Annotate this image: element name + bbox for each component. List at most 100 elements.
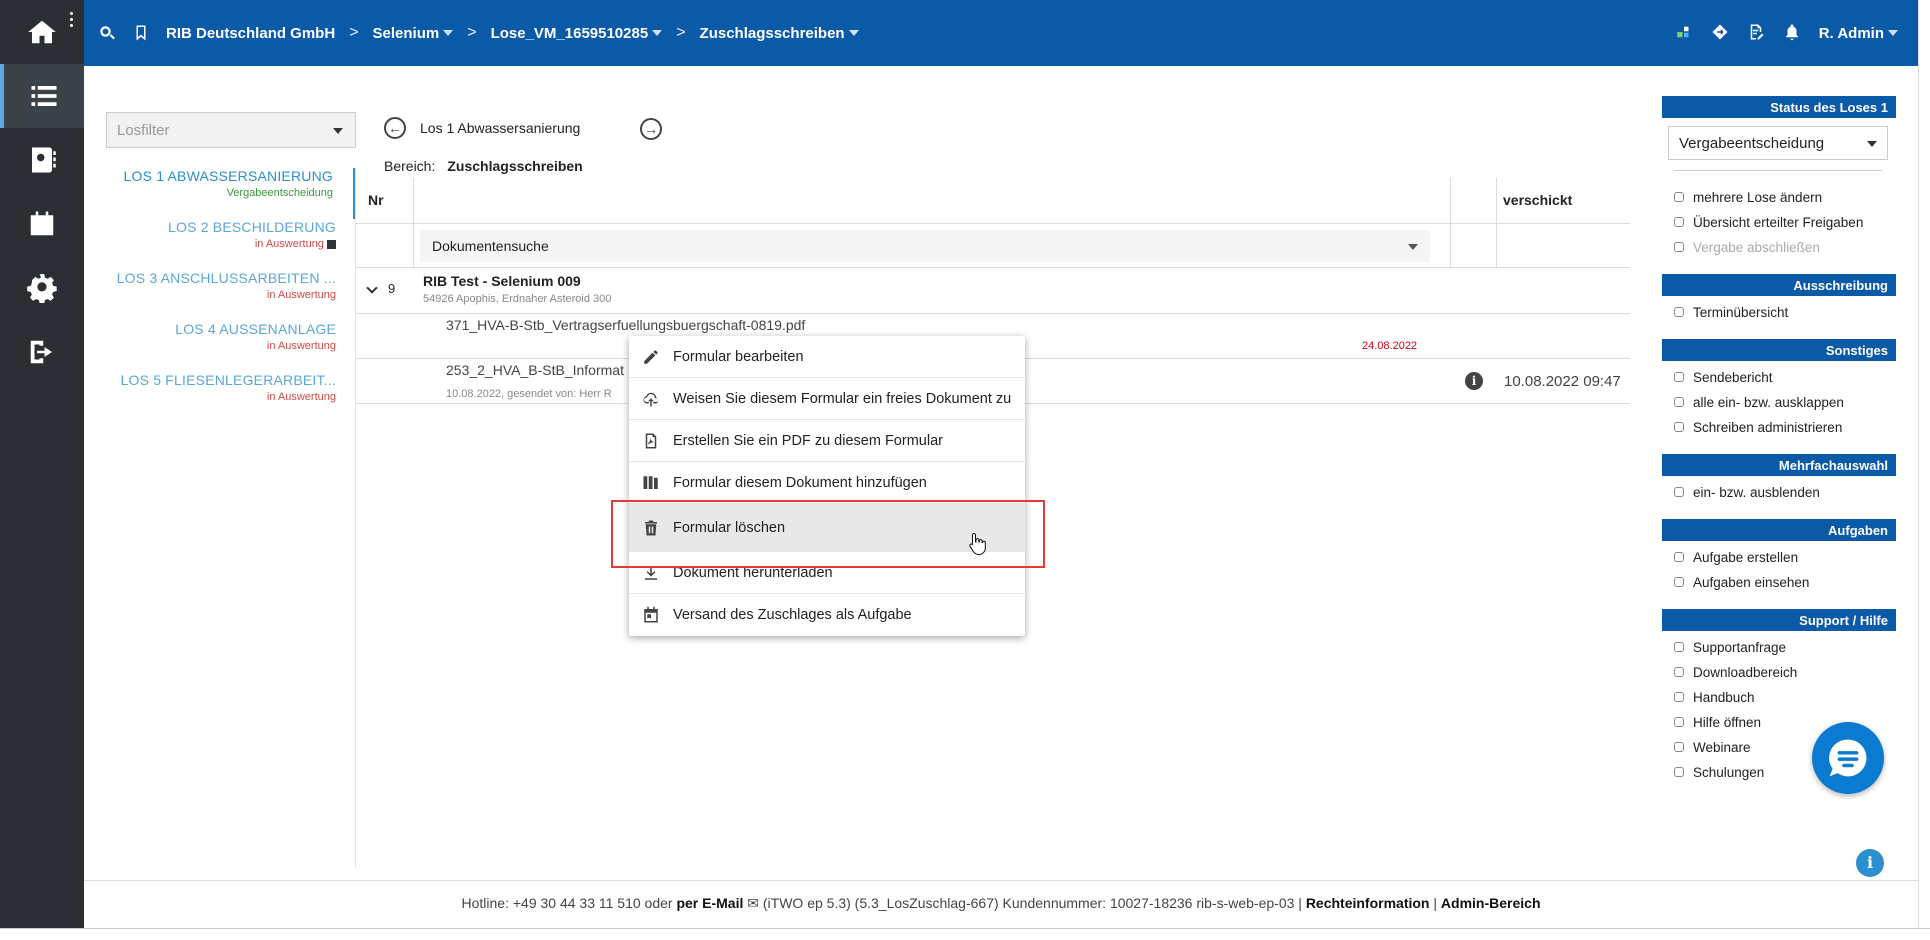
- lot-item-4[interactable]: LOS 4 AUSSENANLAGE in Auswertung: [84, 321, 356, 372]
- breadcrumb-section[interactable]: Zuschlagsschreiben: [700, 25, 859, 42]
- group-title: RIB Test - Selenium 009: [423, 273, 581, 289]
- link-schedule-overview[interactable]: Terminübersicht: [1662, 300, 1896, 325]
- info-icon[interactable]: i: [1465, 372, 1483, 390]
- lot-item-2[interactable]: LOS 2 BESCHILDERUNG in Auswertung: [84, 219, 356, 270]
- bullet-icon: [1674, 242, 1684, 252]
- link-toggle-all[interactable]: alle ein- bzw. ausklappen: [1662, 390, 1896, 415]
- link-support-request[interactable]: Supportanfrage: [1662, 635, 1896, 660]
- bullet-icon: [1674, 217, 1684, 227]
- lot-item-3[interactable]: LOS 3 ANSCHLUSSARBEITEN ... in Auswertun…: [84, 270, 356, 321]
- link-create-task[interactable]: Aufgabe erstellen: [1662, 545, 1896, 570]
- email-link[interactable]: per E-Mail: [676, 895, 743, 911]
- link-show-hide[interactable]: ein- bzw. ausblenden: [1662, 480, 1896, 505]
- breadcrumb-company[interactable]: RIB Deutschland GmbH: [166, 25, 335, 42]
- link-download-area[interactable]: Downloadbereich: [1662, 660, 1896, 685]
- chat-bubble-icon[interactable]: [1812, 722, 1884, 794]
- lot-name: LOS 4 AUSSENANLAGE: [175, 321, 336, 337]
- bullet-icon: [1674, 692, 1684, 702]
- lot-status: in Auswertung: [266, 340, 336, 352]
- search-icon[interactable]: [96, 22, 118, 44]
- home-icon[interactable]: [0, 0, 84, 64]
- contact-book-icon[interactable]: [0, 128, 84, 192]
- bullet-icon: [1674, 717, 1684, 727]
- document-name[interactable]: 253_2_HVA_B-StB_Informat: [446, 362, 624, 378]
- chevron-down-icon: [652, 30, 663, 36]
- column-header-nr: Nr: [368, 192, 384, 208]
- pencil-icon: [641, 347, 661, 367]
- breadcrumb-project[interactable]: Selenium: [373, 25, 454, 42]
- lot-list: LOS 1 ABWASSERSANIERUNG Vergabeentscheid…: [84, 168, 356, 423]
- rights-link[interactable]: Rechteinformation: [1306, 895, 1430, 911]
- document-search-select[interactable]: Dokumentensuche: [420, 230, 1430, 262]
- table-group-row[interactable]: 9 RIB Test - Selenium 009 54926 Apophis,…: [356, 268, 1630, 314]
- chevron-down-icon[interactable]: [366, 282, 378, 294]
- menu-item-add-to-document[interactable]: Formular diesem Dokument hinzufügen: [629, 462, 1025, 504]
- top-bar: RIB Deutschland GmbH > Selenium > Lose_V…: [84, 0, 1918, 66]
- sent-timestamp: 10.08.2022 09:47: [1504, 373, 1621, 390]
- chevron-down-icon: [443, 30, 454, 36]
- link-send-report[interactable]: Sendebericht: [1662, 365, 1896, 390]
- folder-add-icon: [641, 473, 661, 493]
- section-label: Bereich: Zuschlagsschreiben: [384, 158, 583, 174]
- panel-heading-multiselect: Mehrfachauswahl: [1662, 454, 1896, 476]
- group-subtitle: 54926 Apophis, Erdnaher Asteroid 300: [423, 293, 612, 305]
- menu-item-assign-document[interactable]: Weisen Sie diesem Formular ein freies Do…: [629, 378, 1025, 420]
- version-text: (iTWO ep 5.3) (5.3_LosZuschlag-667) Kund…: [762, 895, 1302, 911]
- breadcrumb-separator: >: [349, 24, 359, 41]
- context-menu: Formular bearbeiten Weisen Sie diesem Fo…: [629, 336, 1025, 636]
- lot-item-5[interactable]: LOS 5 FLIESENLEGERARBEIT... in Auswertun…: [84, 372, 356, 423]
- search-row: Dokumentensuche: [356, 224, 1630, 268]
- arrow-right-icon[interactable]: →: [640, 118, 662, 140]
- chevron-down-icon: [333, 128, 343, 134]
- link-view-tasks[interactable]: Aufgaben einsehen: [1662, 570, 1896, 595]
- link-manual[interactable]: Handbuch: [1662, 685, 1896, 710]
- lot-name: LOS 5 FLIESENLEGERARBEIT...: [120, 372, 336, 388]
- logout-icon[interactable]: [0, 320, 84, 384]
- bullet-icon: [1674, 742, 1684, 752]
- calendar-icon[interactable]: [0, 192, 84, 256]
- task-icon: [327, 239, 336, 249]
- lot-item-1[interactable]: LOS 1 ABWASSERSANIERUNG Vergabeentscheid…: [84, 168, 356, 219]
- arrow-left-icon[interactable]: ←: [384, 117, 406, 139]
- list-icon[interactable]: [0, 64, 84, 128]
- document-meta: 10.08.2022, gesendet von: Herr R: [446, 388, 612, 400]
- cloud-upload-icon: [641, 389, 661, 409]
- link-change-multiple-lots[interactable]: mehrere Lose ändern: [1662, 185, 1896, 210]
- menu-item-create-pdf[interactable]: Erstellen Sie ein PDF zu diesem Formular: [629, 420, 1025, 462]
- menu-item-award-task[interactable]: Versand des Zuschlages als Aufgabe: [629, 594, 1025, 636]
- gear-icon[interactable]: [0, 256, 84, 320]
- chevron-down-icon: [1408, 244, 1418, 250]
- document-name[interactable]: 371_HVA-B-Stb_Vertragserfuellungsbuergsc…: [446, 317, 805, 333]
- apps-icon[interactable]: [1675, 23, 1693, 44]
- status-select[interactable]: Vergabeentscheidung: [1668, 126, 1888, 160]
- lot-status: in Auswertung: [266, 391, 336, 403]
- chevron-down-icon: [848, 30, 859, 36]
- bell-icon[interactable]: [1783, 23, 1801, 44]
- lot-status: Vergabeentscheidung: [226, 187, 333, 199]
- link-approvals-overview[interactable]: Übersicht erteilter Freigaben: [1662, 210, 1896, 235]
- bullet-icon: [1674, 422, 1684, 432]
- bullet-icon: [1674, 577, 1684, 587]
- kebab-menu-icon[interactable]: [70, 12, 74, 30]
- panel-heading-tender: Ausschreibung: [1662, 274, 1896, 296]
- menu-item-edit-form[interactable]: Formular bearbeiten: [629, 336, 1025, 378]
- info-icon[interactable]: i: [1856, 849, 1884, 877]
- bullet-icon: [1674, 372, 1684, 382]
- arrow-badge-icon[interactable]: [1711, 23, 1729, 44]
- bullet-icon: [1674, 552, 1684, 562]
- bullet-icon: [1674, 307, 1684, 317]
- bullet-icon: [1674, 667, 1684, 677]
- panel-heading-status: Status des Loses 1: [1662, 96, 1896, 118]
- document-edit-icon[interactable]: [1747, 23, 1765, 44]
- group-number: 9: [388, 281, 396, 296]
- bullet-icon: [1674, 192, 1684, 202]
- bookmark-icon[interactable]: [130, 22, 152, 44]
- link-manage-letters[interactable]: Schreiben administrieren: [1662, 415, 1896, 440]
- user-menu[interactable]: R. Admin: [1819, 25, 1898, 42]
- hand-cursor-icon: [968, 532, 986, 556]
- panel-heading-support: Support / Hilfe: [1662, 609, 1896, 631]
- lot-filter-select[interactable]: Losfilter: [106, 112, 356, 148]
- breadcrumb-procedure[interactable]: Lose_VM_1659510285: [491, 25, 663, 42]
- link-finish-award: Vergabe abschließen: [1662, 235, 1896, 260]
- admin-link[interactable]: Admin-Bereich: [1441, 895, 1541, 911]
